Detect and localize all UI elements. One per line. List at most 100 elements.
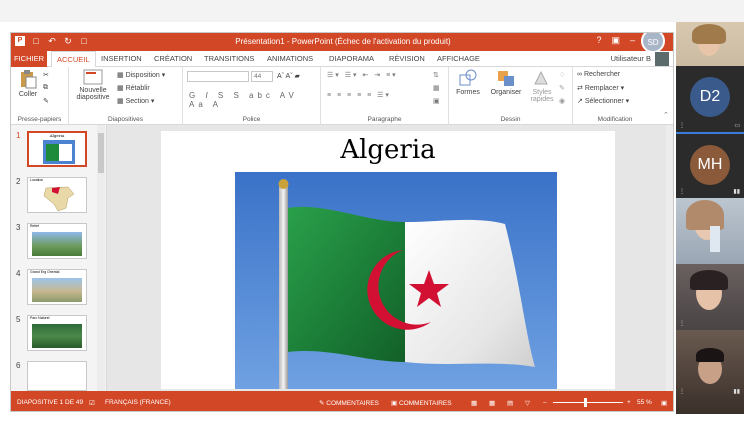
notes-button[interactable]: ✎ COMMENTAIRES (319, 399, 379, 407)
menu-icon: ⋮ (679, 321, 685, 327)
tab-revision[interactable]: RÉVISION (389, 54, 425, 63)
select-button[interactable]: ↗ Sélectionner ▾ (577, 97, 629, 105)
language-indicator[interactable]: FRANÇAIS (FRANCE) (105, 399, 171, 406)
zoom-out-icon[interactable]: – (543, 399, 547, 406)
tab-animations[interactable]: ANIMATIONS (267, 54, 313, 63)
current-slide[interactable]: Algeria (161, 131, 615, 389)
thumbnail-slide-2[interactable]: Location (27, 177, 87, 213)
algeria-flag-photo[interactable] (235, 172, 557, 389)
fit-to-window-icon[interactable]: ▣ (661, 399, 667, 407)
reset-button[interactable]: ▦ Rétablir (117, 84, 150, 92)
arrange-label: Organiser (490, 89, 522, 96)
copy-icon[interactable]: ⧉ (43, 84, 48, 92)
thumbnails-scroll-handle[interactable] (98, 133, 104, 173)
participant-bar: ⋮ ▮▮ (676, 188, 744, 198)
reset-icon: ▦ (117, 85, 126, 92)
zoom-slider[interactable] (553, 398, 623, 407)
tab-fichier[interactable]: FICHIER (11, 51, 47, 67)
normal-view-icon[interactable]: ▦ (471, 399, 477, 407)
user-name[interactable]: Utilisateur B (611, 54, 651, 63)
thumb-forest-image (32, 324, 82, 348)
shapes-button[interactable]: Formes (451, 69, 485, 96)
tab-diaporama[interactable]: DIAPORAMA (329, 54, 374, 63)
cut-icon[interactable]: ✂ (43, 71, 49, 79)
spellcheck-icon[interactable]: ☑ (89, 399, 95, 407)
slide-sorter-icon[interactable]: ▦ (489, 399, 495, 407)
tab-transitions[interactable]: TRANSITIONS (204, 54, 254, 63)
font-grow-shrink-icons[interactable]: Aˆ Aˇ ▰ (277, 72, 300, 80)
tab-affichage[interactable]: AFFICHAGE (437, 54, 480, 63)
shape-outline-icon[interactable]: ✎ (559, 84, 565, 92)
align-text-icon[interactable]: ▦ (433, 84, 440, 92)
quick-styles-label-1: Styles (532, 89, 552, 96)
help-button[interactable]: ? (596, 35, 601, 46)
thumbnail-slide-6[interactable] (27, 361, 87, 391)
tab-insertion[interactable]: INSERTION (101, 54, 142, 63)
participant-tile-6[interactable]: ⋮ ▮▮ (676, 330, 744, 414)
group-label-dessin: Dessin (500, 116, 521, 123)
user-avatar[interactable]: SD (641, 33, 665, 53)
participant-bar: ⋮ ▮▮ (676, 388, 744, 398)
thumbnail-slide-3[interactable]: Relief (27, 223, 87, 259)
thumbnail-slide-4[interactable]: Grand Erg Oriental (27, 269, 87, 305)
format-buttons-icons[interactable]: G I S S abc AV Aa A (189, 91, 320, 109)
find-button[interactable]: ∞ Rechercher (577, 71, 620, 78)
shapes-icon (459, 69, 477, 86)
ribbon-display-icon[interactable]: ▣ (611, 35, 620, 46)
participant-tile-5[interactable]: ⋮ (676, 264, 744, 330)
shape-effects-icon[interactable]: ◉ (559, 97, 565, 105)
zoom-in-icon[interactable]: + (627, 399, 631, 406)
thumb-title: Location (30, 178, 44, 182)
quick-styles-button[interactable]: Styles rapides (527, 69, 557, 103)
paste-icon (21, 70, 37, 89)
new-slide-label-1: Nouvelle (79, 87, 107, 94)
tab-accueil[interactable]: ACCUEIL (51, 51, 96, 68)
menu-icon: ⋮ (679, 389, 685, 395)
slide-counter[interactable]: DIAPOSITIVE 1 DE 49 (17, 399, 83, 406)
thumbnail-slide-5[interactable]: Parc Naturel (27, 315, 87, 351)
slide-title[interactable]: Algeria (161, 135, 615, 165)
participant-initials: MH (690, 145, 730, 185)
section-button[interactable]: ▦ Section ▾ (117, 97, 154, 105)
align-icons[interactable]: ≡ ≡ ≡ ≡ ≡ ☰▾ (327, 91, 391, 99)
editor-scrollbar[interactable] (666, 125, 673, 391)
font-name-field[interactable] (187, 71, 249, 82)
participant-tile-2[interactable]: D2 ⋮ ▭ (676, 66, 744, 132)
group-diapositives: Nouvelle diapositive ▦ Disposition ▾ ▦ R… (69, 67, 183, 125)
slideshow-icon[interactable]: ▽ (525, 399, 530, 407)
smartart-icon[interactable]: ▣ (433, 97, 440, 105)
zoom-slider-handle[interactable] (584, 398, 587, 407)
window-controls: ? ▣ – (596, 35, 635, 46)
thumb-number: 1 (16, 131, 21, 140)
thumb-number: 3 (16, 223, 21, 232)
layout-button[interactable]: ▦ Disposition ▾ (117, 71, 165, 79)
ribbon-tabs: FICHIER ACCUEIL INSERTION CRÉATION TRANS… (11, 51, 673, 68)
paste-button[interactable]: Coller (15, 69, 41, 98)
zoom-level[interactable]: 55 % (637, 399, 652, 406)
text-direction-icon[interactable]: ⇅ (433, 71, 439, 79)
participant-tile-4[interactable] (676, 198, 744, 264)
group-label-presse-papiers: Presse-papiers (17, 116, 62, 123)
new-slide-button[interactable]: Nouvelle diapositive (73, 69, 113, 101)
replace-icon: ⇄ (577, 85, 585, 92)
comments-label: COMMENTAIRES (398, 400, 452, 407)
thumbnails-scrollbar[interactable] (97, 125, 105, 391)
layout-icon: ▦ (117, 72, 126, 79)
comments-button[interactable]: ▣ COMMENTAIRES (391, 399, 452, 407)
minimize-icon[interactable]: – (630, 35, 635, 46)
slide-thumbnails-pane: 1 Algeria 2 Location 3 Relief 4 Grand Er (11, 125, 107, 391)
font-size-field[interactable]: 44 (251, 71, 273, 82)
reading-view-icon[interactable]: ▤ (507, 399, 513, 407)
shape-fill-icon[interactable]: ♢ (559, 71, 565, 79)
collapse-ribbon-icon[interactable]: ⌃ (663, 111, 669, 119)
thumbnail-slide-1[interactable]: Algeria (27, 131, 87, 167)
user-picture[interactable] (655, 52, 669, 66)
arrange-button[interactable]: Organiser (487, 69, 525, 96)
format-painter-icon[interactable]: ✎ (43, 97, 49, 105)
list-icons[interactable]: ☰▾ ☰▾ ⇤ ⇥ ≡▾ (327, 71, 398, 79)
water-bottle (710, 226, 720, 252)
replace-button[interactable]: ⇄ Remplacer ▾ (577, 84, 624, 92)
tab-creation[interactable]: CRÉATION (154, 54, 192, 63)
participant-tile-3[interactable]: MH ⋮ ▮▮ (676, 132, 744, 198)
powerpoint-window: P □ ↶ ↻ □ Présentation1 - PowerPoint (Éc… (10, 32, 674, 412)
